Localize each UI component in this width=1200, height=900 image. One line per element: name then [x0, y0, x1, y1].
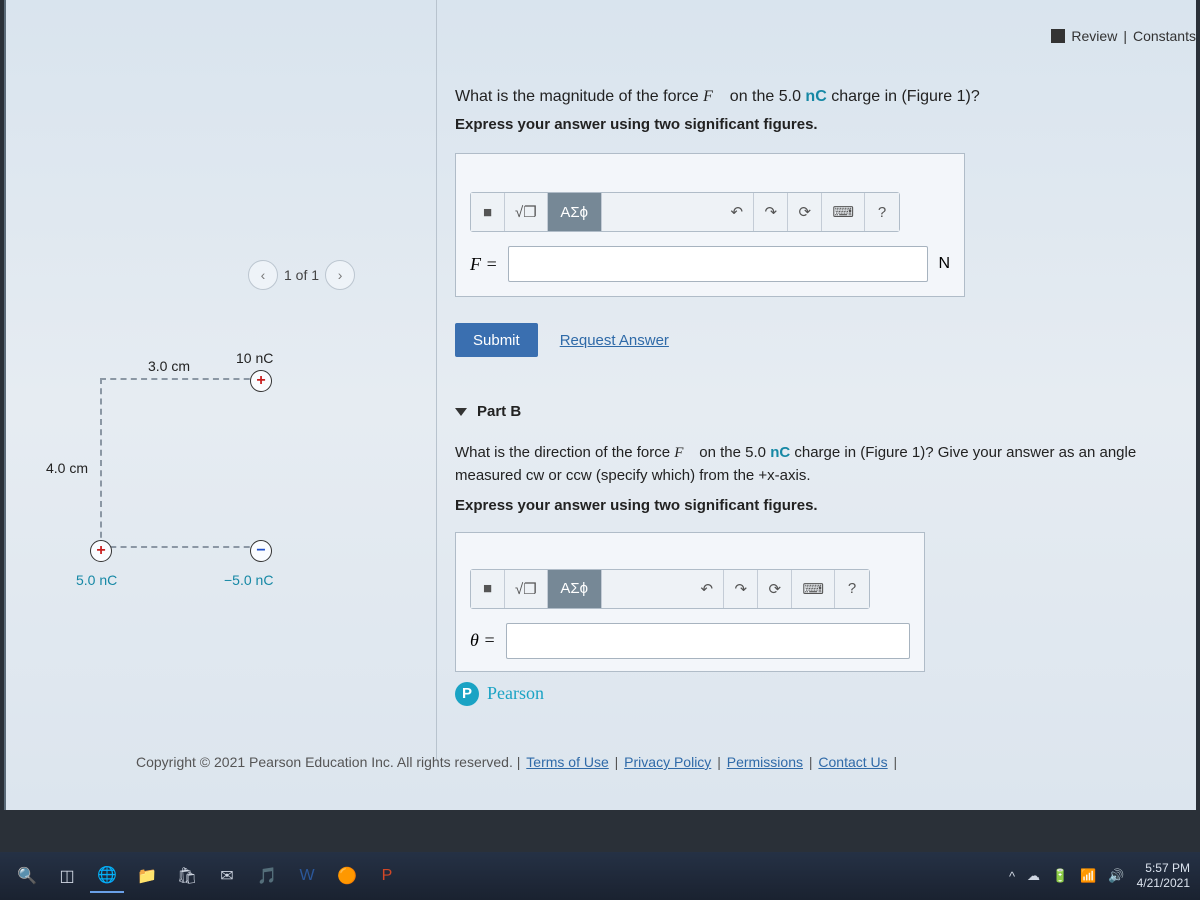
pearson-icon: P	[455, 682, 479, 706]
undo-button-b[interactable]: ↶	[690, 570, 724, 608]
partB-question: What is the direction of the force F⃗ on…	[455, 442, 1155, 487]
collapse-icon	[455, 408, 467, 416]
figure-prev-button[interactable]: ‹	[248, 260, 278, 290]
battery-icon[interactable]: 🔋	[1052, 868, 1068, 884]
partA-toolbar: ■ √❐ ΑΣϕ ↶ ↷ ⟳ ⌨ ?	[470, 192, 900, 232]
powerpoint-icon[interactable]: P	[370, 859, 404, 893]
music-icon[interactable]: 🎵	[250, 859, 284, 893]
sqrt-button[interactable]: √❐	[505, 193, 548, 231]
permissions-link[interactable]: Permissions	[727, 754, 803, 770]
label-left-dist: 4.0 cm	[46, 460, 88, 476]
taskbar-clock[interactable]: 5:57 PM 4/21/2021	[1137, 861, 1190, 891]
copyright-footer: Copyright © 2021 Pearson Education Inc. …	[136, 754, 897, 770]
edge-icon[interactable]: 🌐	[90, 859, 124, 893]
redo-button[interactable]: ↷	[754, 193, 788, 231]
partA-submit-button[interactable]: Submit	[455, 323, 538, 357]
chrome-icon[interactable]: 🟠	[330, 859, 364, 893]
partA-question: What is the magnitude of the force F⃗ on…	[455, 88, 1198, 106]
charge-bl-icon: +	[90, 540, 112, 562]
onedrive-icon[interactable]: ☁	[1027, 868, 1040, 884]
file-explorer-icon[interactable]: 📁	[130, 859, 164, 893]
label-q-br: −5.0 nC	[224, 572, 273, 588]
reset-button[interactable]: ⟳	[788, 193, 822, 231]
partB-answer-input[interactable]	[506, 623, 911, 659]
keyboard-button-b[interactable]: ⌨	[792, 570, 835, 608]
partB-instruction: Express your answer using two significan…	[455, 497, 1198, 514]
pearson-brand: P Pearson	[455, 682, 1198, 706]
template-button-b[interactable]: ■	[471, 570, 505, 608]
label-top-dist: 3.0 cm	[148, 358, 190, 374]
partA-answer-input[interactable]	[508, 246, 929, 282]
undo-button[interactable]: ↶	[720, 193, 754, 231]
partA-request-answer-link[interactable]: Request Answer	[560, 332, 669, 349]
figure-next-button[interactable]: ›	[325, 260, 355, 290]
partB-header[interactable]: Part B	[455, 403, 1198, 420]
word-icon[interactable]: W	[290, 859, 324, 893]
redo-button-b[interactable]: ↷	[724, 570, 758, 608]
store-icon[interactable]: 🛍	[170, 859, 204, 893]
reset-button-b[interactable]: ⟳	[758, 570, 792, 608]
partB-title: Part B	[477, 403, 521, 420]
terms-link[interactable]: Terms of Use	[526, 754, 608, 770]
greek-button[interactable]: ΑΣϕ	[548, 193, 602, 231]
mail-icon[interactable]: ✉	[210, 859, 244, 893]
privacy-link[interactable]: Privacy Policy	[624, 754, 711, 770]
contact-link[interactable]: Contact Us	[818, 754, 887, 770]
partA-instruction: Express your answer using two significan…	[455, 116, 1198, 133]
task-view-icon[interactable]: ◫	[50, 859, 84, 893]
windows-taskbar: 🔍 ◫ 🌐 📁 🛍 ✉ 🎵 W 🟠 P ^ ☁ 🔋 📶 🔊 5:57 PM 4/…	[0, 852, 1200, 900]
label-q-top: 10 nC	[236, 350, 273, 366]
label-q-bl: 5.0 nC	[76, 572, 117, 588]
template-button[interactable]: ■	[471, 193, 505, 231]
greek-button-b[interactable]: ΑΣϕ	[548, 570, 602, 608]
wifi-icon[interactable]: 📶	[1080, 868, 1096, 884]
help-button-b[interactable]: ?	[835, 570, 869, 608]
charge-br-icon: −	[250, 540, 272, 562]
partA-lhs: F =	[470, 254, 498, 275]
sqrt-button-b[interactable]: √❐	[505, 570, 548, 608]
figure-counter: 1 of 1	[284, 267, 319, 283]
help-button[interactable]: ?	[865, 193, 899, 231]
chevron-up-icon[interactable]: ^	[1009, 869, 1015, 884]
keyboard-button[interactable]: ⌨	[822, 193, 865, 231]
partA-unit: N	[938, 255, 950, 273]
charge-top-icon: +	[250, 370, 272, 392]
partB-toolbar: ■ √❐ ΑΣϕ ↶ ↷ ⟳ ⌨ ?	[470, 569, 870, 609]
volume-icon[interactable]: 🔊	[1108, 868, 1124, 884]
figure-diagram: 3.0 cm 4.0 cm 10 nC 5.0 nC −5.0 nC + + −	[48, 350, 328, 630]
search-icon[interactable]: 🔍	[10, 859, 44, 893]
partB-lhs: θ =	[470, 630, 496, 651]
